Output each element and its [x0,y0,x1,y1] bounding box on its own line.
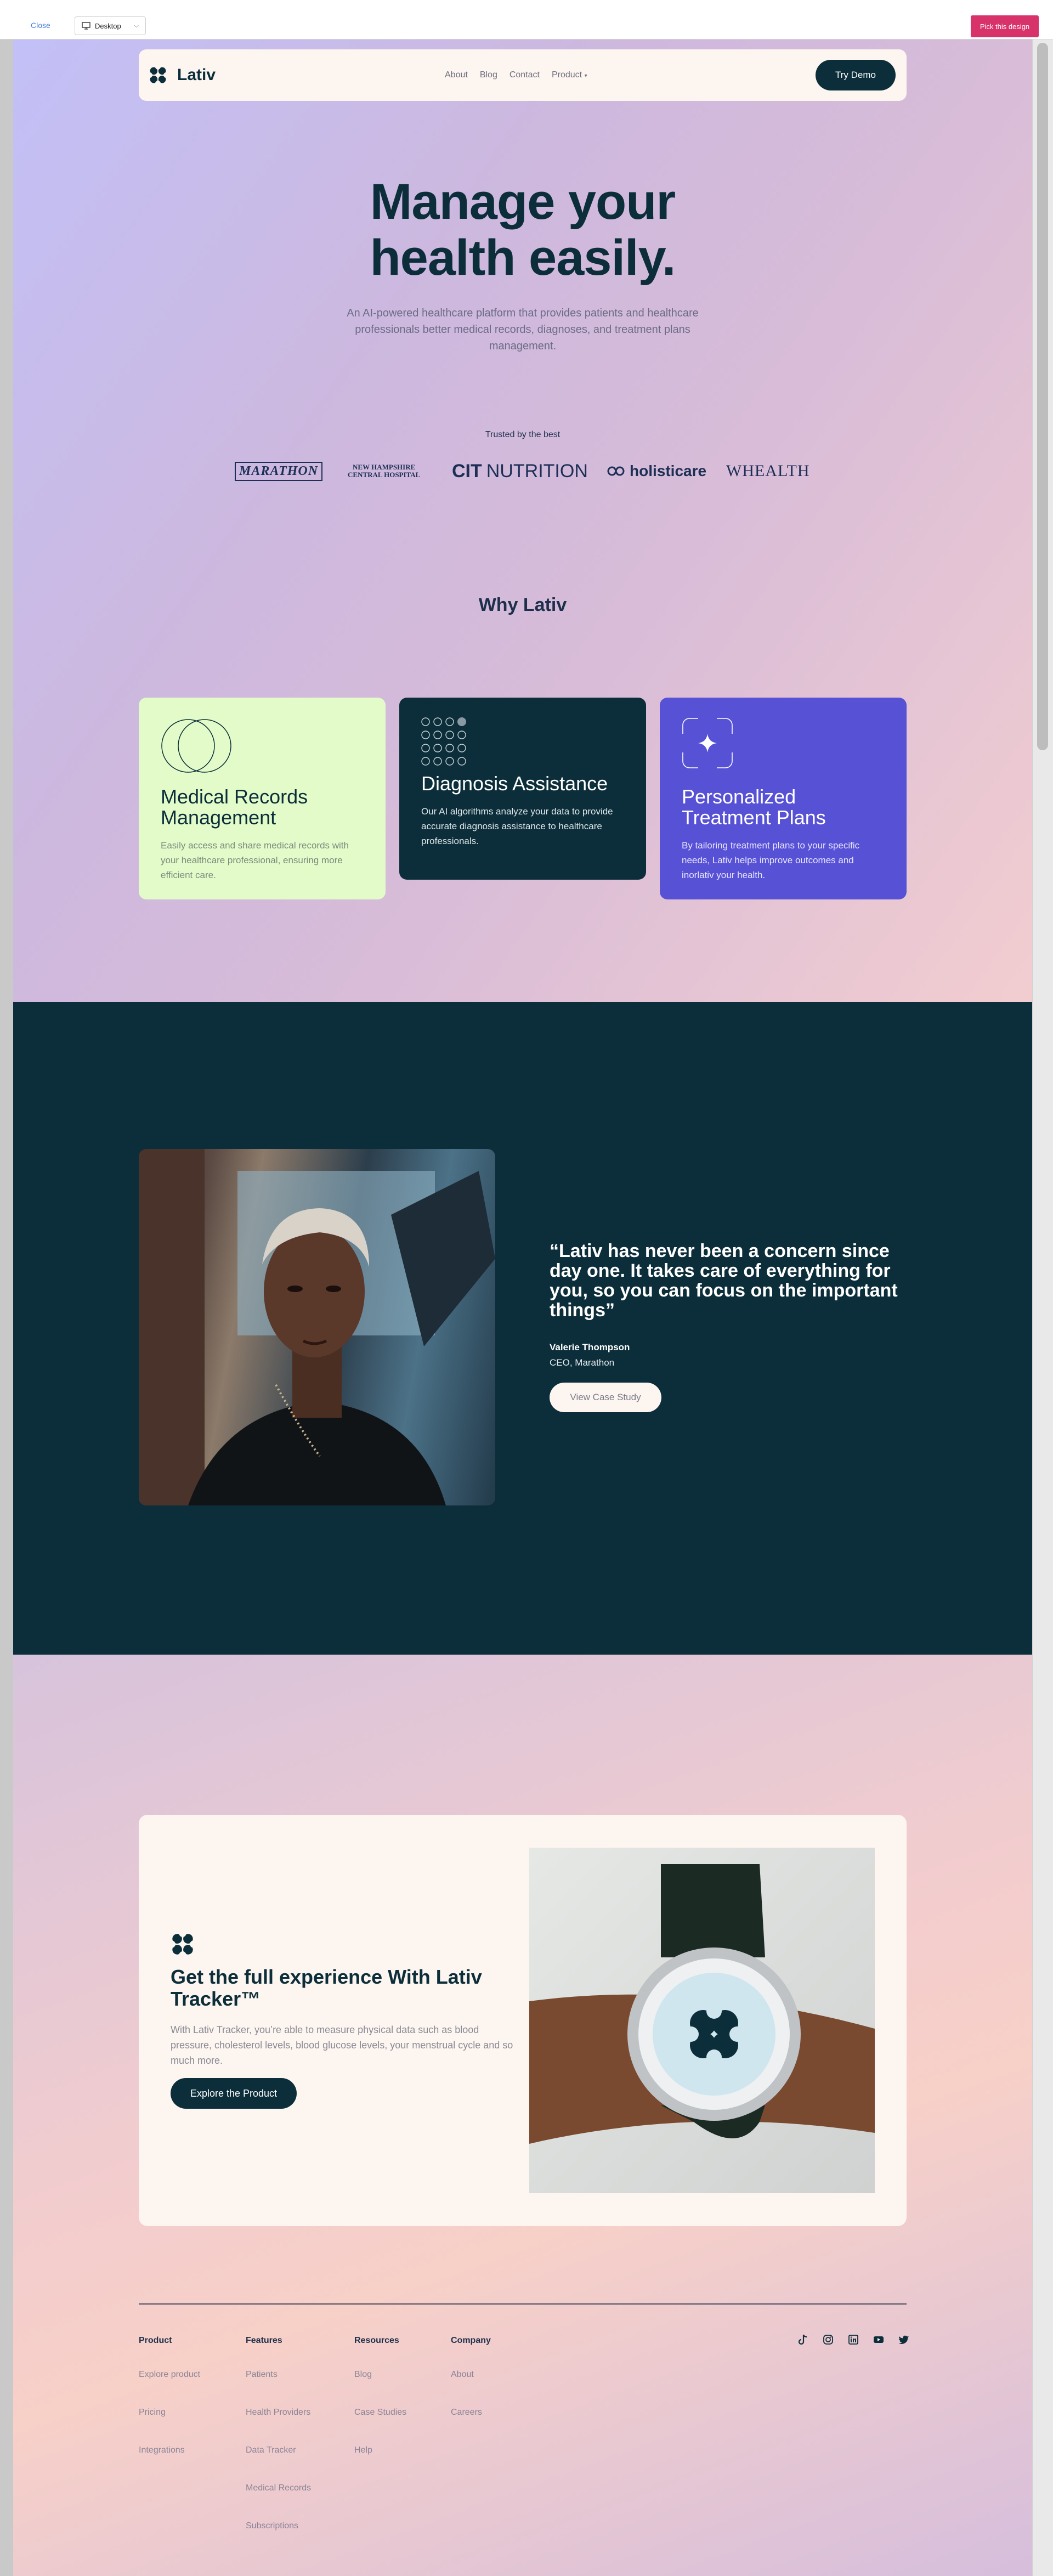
chevron-down-icon: ⌵ [134,22,139,29]
testimonial-name: Valerie Thompson [550,1342,630,1352]
preview-toolbar: Close Desktop ⌵ Pick this design [0,0,1053,39]
cit-logo-rest: NUTRITION [486,460,588,482]
footer-link[interactable]: Health Providers [246,2408,311,2445]
scrollbar[interactable] [1032,39,1053,2576]
whealth-logo: WHEALTH [726,457,810,485]
portrait-photo [139,1149,495,1505]
hero-subtitle: An AI-powered healthcare platform that p… [347,307,699,352]
linkedin-icon[interactable] [848,2334,859,2345]
youtube-icon[interactable] [873,2334,884,2345]
footer-link[interactable]: Case Studies [354,2408,406,2445]
scrollbar-thumb[interactable] [1037,43,1048,750]
footer-link[interactable]: Blog [354,2370,406,2408]
why-title: Why Lativ [478,595,567,615]
footer-link[interactable]: About [451,2370,491,2408]
testimonial-role: CEO, Marathon [550,1357,615,1368]
tracker-card: Get the full experience With Lativ Track… [139,1815,907,2226]
nav-product-dropdown[interactable]: Product ▾ [552,70,587,80]
caret-down-icon: ▾ [584,73,587,79]
instagram-icon[interactable] [823,2334,834,2345]
footer-col-product: Product Explore product Pricing Integrat… [139,2336,200,2483]
sparkle-frame-icon [682,717,753,779]
lativ-logo-icon [171,1932,195,1956]
monitor-icon [82,22,90,30]
brand-name[interactable]: Lativ [177,66,216,84]
nh-logo-line2: CENTRAL HOSPITAL [348,471,421,479]
card-text: Our AI algorithms analyze your data to p… [421,806,613,846]
feature-card-treatment: Personalized Treatment Plans By tailorin… [660,698,907,899]
footer-divider [139,2303,907,2305]
device-label: Desktop [95,21,121,30]
footer-heading: Features [246,2336,282,2345]
view-case-study-button[interactable]: View Case Study [550,1383,661,1412]
nav-product-label: Product [551,70,582,80]
dot-grid-icon [421,717,492,779]
watch-photo [529,1848,875,2193]
tracker-text: With Lativ Tracker, you’re able to measu… [171,2024,513,2066]
try-demo-button[interactable]: Try Demo [816,60,896,90]
footer-link[interactable]: Medical Records [246,2483,311,2521]
card-title: Medical Records Management [161,785,308,829]
tiktok-icon[interactable] [797,2334,808,2345]
page-frame: Lativ About Blog Contact Product ▾ Try D… [13,39,1032,2576]
overlapping-circles-icon [161,717,232,779]
footer-link[interactable]: Subscriptions [246,2521,311,2559]
footer-link[interactable]: Careers [451,2408,491,2445]
footer-col-resources: Resources Blog Case Studies Help [354,2336,406,2483]
footer-link[interactable]: Pricing [139,2408,200,2445]
twitter-icon[interactable] [898,2334,909,2345]
testimonial-section: “Lativ has never been a concern since da… [13,1002,1032,1655]
partner-logos: MARATHON NEW HAMPSHIRE CENTRAL HOSPITAL … [233,457,836,485]
nav-link-contact[interactable]: Contact [509,70,540,80]
social-links [797,2334,909,2345]
holisticare-logo: holisticare [607,457,706,485]
card-title: Personalized Treatment Plans [682,785,826,829]
footer-link[interactable]: Explore product [139,2370,200,2408]
footer-heading: Company [451,2336,491,2345]
feature-card-records: Medical Records Management Easily access… [139,698,386,899]
pick-design-button[interactable]: Pick this design [971,15,1039,37]
close-link[interactable]: Close [31,21,50,30]
footer-link[interactable]: Patients [246,2370,311,2408]
hero-title-line1: Manage your [370,174,676,230]
device-select[interactable]: Desktop ⌵ [75,16,146,35]
footer-col-features: Features Patients Health Providers Data … [246,2336,311,2559]
navbar: Lativ About Blog Contact Product ▾ Try D… [139,49,907,101]
footer-heading: Product [139,2336,172,2345]
trusted-label: Trusted by the best [485,430,561,439]
card-text: By tailoring treatment plans to your spe… [682,840,860,880]
lativ-logo-icon[interactable] [149,66,167,84]
hero-title: Manage your health easily. [13,174,1032,286]
footer-link[interactable]: Help [354,2445,406,2483]
cit-logo-bold: CIT [452,460,482,482]
nav-link-blog[interactable]: Blog [480,70,497,80]
holisticare-logo-text: holisticare [630,462,707,479]
marathon-logo: MARATHON [235,457,323,485]
footer-link[interactable]: Integrations [139,2445,200,2483]
holisticare-mark-icon [607,466,625,476]
hero-title-line2: health easily. [370,230,676,286]
cit-nutrition-logo: CIT NUTRITION [452,457,588,485]
testimonial-quote: “Lativ has never been a concern since da… [550,1241,898,1321]
nh-hospital-logo: NEW HAMPSHIRE CENTRAL HOSPITAL [348,457,420,485]
footer-heading: Resources [354,2336,399,2345]
whealth-logo-text: WHEALTH [726,462,810,480]
nh-logo-line1: NEW HAMPSHIRE [353,463,416,471]
explore-product-button[interactable]: Explore the Product [171,2078,297,2109]
marathon-logo-text: MARATHON [235,461,323,481]
nav-link-about[interactable]: About [445,70,468,80]
nav-links: About Blog Contact Product ▾ [445,49,587,101]
footer-col-company: Company About Careers [451,2336,491,2445]
feature-card-diagnosis: Diagnosis Assistance Our AI algorithms a… [399,698,646,880]
tracker-title: Get the full experience With Lativ Track… [171,1966,482,2010]
card-text: Easily access and share medical records … [161,840,349,880]
footer-link[interactable]: Data Tracker [246,2445,311,2483]
